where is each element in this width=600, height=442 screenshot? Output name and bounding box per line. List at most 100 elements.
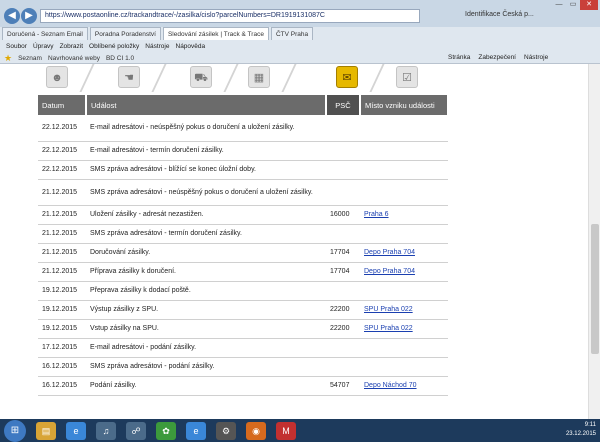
table-row: 19.12.2015 Výstup zásilky z SPU. 22200 SPU … (38, 300, 448, 320)
media-icon[interactable]: ♫ (96, 421, 116, 440)
row-date: 21.12.2015 (38, 262, 86, 282)
place-link[interactable]: Praha 6 (364, 211, 389, 218)
step-separator (151, 64, 167, 92)
step-separator (79, 64, 95, 92)
browser-tab[interactable]: Poradna Poradenství (89, 27, 161, 40)
row-psc: 54707 (326, 376, 360, 396)
browser-tab[interactable]: Sledování zásilek | Track & Trace (162, 27, 269, 40)
row-date: 22.12.2015 (38, 115, 86, 142)
command-menu[interactable]: Stránka (448, 52, 470, 64)
command-menu[interactable]: Nástroje (524, 52, 548, 64)
row-event: SMS zpráva adresátovi - blížící se konec… (86, 160, 326, 180)
row-place (360, 179, 448, 206)
site-identity[interactable]: Identifikace Česká p... (465, 11, 534, 18)
clock-time: 9:11 (584, 422, 596, 428)
vertical-scrollbar[interactable] (588, 64, 600, 419)
windows-taskbar: ⊞ ▤ e ♫ ☍ ✿ e ⚙ ◉ M 9:11 23.12.2015 (0, 419, 600, 442)
table-row: 21.12.2015 Uložení zásilky - adresát neza… (38, 205, 448, 225)
settings-icon[interactable]: ⚙ (216, 421, 236, 440)
favorites-star-icon[interactable]: ★ (4, 53, 12, 64)
page-content: ☻ ☚ ⛟ ▦ ✉ ☑ Datum Událost PSČ Místo vzniku ud… (0, 64, 588, 419)
row-psc (326, 338, 360, 358)
menu-item[interactable]: Oblíbené položky (89, 41, 139, 52)
table-row: 17.12.2015 E-mail adresátovi - podání zás… (38, 338, 448, 358)
row-event: E-mail adresátovi - termín doručení zási… (86, 141, 326, 161)
table-row: 21.12.2015 Příprava zásilky k doručení. 17… (38, 262, 448, 282)
row-psc (326, 224, 360, 244)
row-psc: 17704 (326, 262, 360, 282)
row-event: E-mail adresátovi - neúspěšný pokus o do… (86, 115, 326, 142)
row-event: Výstup zásilky z SPU. (86, 300, 326, 320)
address-bar[interactable]: https://www.postaonline.cz/trackandtrace… (40, 9, 420, 23)
step-glyph: ☑ (402, 72, 412, 84)
row-event: SMS zpráva adresátovi - podání zásilky. (86, 357, 326, 377)
row-place (360, 281, 448, 301)
row-place: SPU Praha 022 (360, 300, 448, 320)
table-row: 21.12.2015 SMS zpráva adresátovi - termín… (38, 224, 448, 244)
row-place (360, 338, 448, 358)
menu-item[interactable]: Soubor (6, 41, 27, 52)
row-date: 21.12.2015 (38, 224, 86, 244)
row-event: Uložení zásilky - adresát nezastižen. (86, 205, 326, 225)
browser-tab[interactable]: Doručená - Seznam Email (2, 27, 88, 40)
system-clock[interactable]: 9:11 23.12.2015 (566, 421, 596, 439)
favorite-link[interactable]: Navrhované weby (48, 55, 100, 62)
start-button[interactable]: ⊞ (4, 419, 26, 442)
header-place: Místo vzniku události (360, 95, 449, 115)
row-place: Praha 6 (360, 205, 448, 225)
favorite-link[interactable]: BD CI 1.0 (106, 55, 134, 62)
table-row: 21.12.2015 Doručování zásilky. 17704 Depo P… (38, 243, 448, 263)
row-event: E-mail adresátovi - podání zásilky. (86, 338, 326, 358)
tracking-history-table: Datum Událost PSČ Místo vzniku události … (38, 95, 449, 396)
favorite-link[interactable]: Seznam (18, 55, 42, 62)
menu-item[interactable]: Úpravy (33, 41, 54, 52)
browser-tab[interactable]: ČTV Praha (270, 27, 314, 40)
table-row: 21.12.2015 SMS zpráva adresátovi - neúspě… (38, 179, 448, 206)
internet-explorer-icon[interactable]: e (66, 421, 86, 440)
building-icon: ▦ (248, 66, 270, 88)
table-row: 16.12.2015 Podání zásilky. 54707 Depo Nácho… (38, 376, 448, 396)
network-icon[interactable]: ☍ (126, 421, 146, 440)
row-event: Vstup zásilky na SPU. (86, 319, 326, 339)
maximize-icon[interactable]: ▭ (566, 0, 580, 10)
step-glyph: ☻ (51, 72, 63, 84)
step-separator (223, 64, 239, 92)
row-psc (326, 115, 360, 142)
folder-icon[interactable]: ▤ (36, 421, 56, 440)
hand-icon: ☚ (118, 66, 140, 88)
row-event: Přeprava zásilky k dodací poště. (86, 281, 326, 301)
place-link[interactable]: SPU Praha 022 (364, 306, 413, 313)
person-icon: ☻ (46, 66, 68, 88)
place-link[interactable]: Depo Praha 704 (364, 268, 415, 275)
place-link[interactable]: Depo Praha 704 (364, 249, 415, 256)
minimize-icon[interactable]: — (552, 0, 566, 10)
firefox-icon[interactable]: ◉ (246, 421, 266, 440)
forward-icon[interactable]: ▶ (21, 8, 37, 24)
row-date: 19.12.2015 (38, 300, 86, 320)
post-box-icon: ✉ (336, 66, 358, 88)
close-icon[interactable]: ✕ (580, 0, 598, 10)
row-date: 16.12.2015 (38, 357, 86, 377)
scrollbar-thumb[interactable] (591, 224, 599, 354)
menu-item[interactable]: Nápověda (176, 41, 206, 52)
row-psc: 22200 (326, 300, 360, 320)
back-icon[interactable]: ◀ (4, 8, 20, 24)
icq-icon[interactable]: ✿ (156, 421, 176, 440)
table-row: 22.12.2015 E-mail adresátovi - neúspěšný … (38, 115, 448, 142)
step-separator (369, 64, 385, 92)
menu-item[interactable]: Zobrazit (60, 41, 83, 52)
step-separator (281, 64, 297, 92)
tab-bar: Doručená - Seznam Email Poradna Poradenst… (0, 27, 600, 41)
ie-icon[interactable]: e (186, 421, 206, 440)
row-place (360, 115, 448, 142)
command-bar: Stránka Zabezpečení Nástroje (448, 52, 548, 64)
clock-date: 23.12.2015 (565, 431, 596, 437)
table-row: 22.12.2015 E-mail adresátovi - termín dor… (38, 141, 448, 161)
place-link[interactable]: SPU Praha 022 (364, 325, 413, 332)
mail-icon[interactable]: M (276, 421, 296, 440)
menu-item[interactable]: Nástroje (145, 41, 169, 52)
place-link[interactable]: Depo Náchod 70 (364, 382, 417, 389)
row-event: SMS zpráva adresátovi - neúspěšný pokus … (86, 179, 326, 206)
command-menu[interactable]: Zabezpečení (478, 52, 516, 64)
row-place (360, 224, 448, 244)
